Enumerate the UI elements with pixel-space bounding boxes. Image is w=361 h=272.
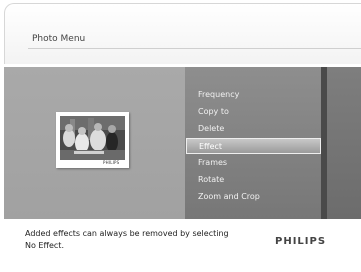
- header-bar: Photo Menu: [4, 3, 361, 64]
- brand-logo: PHILIPS: [275, 236, 327, 247]
- menu-item-copy-to[interactable]: Copy to: [198, 104, 229, 120]
- menu-item-rotate[interactable]: Rotate: [198, 172, 224, 188]
- menu-item-effect[interactable]: Effect: [186, 138, 321, 154]
- photo-frame-screen: Photo Menu Frequency Copy to Delete Effe…: [0, 0, 361, 272]
- menu-item-zoom-and-crop[interactable]: Zoom and Crop: [198, 189, 260, 205]
- help-text: Added effects can always be removed by s…: [25, 228, 245, 252]
- menu-item-delete[interactable]: Delete: [198, 121, 224, 137]
- photo-image: [60, 116, 125, 160]
- help-text-line-2: No Effect.: [25, 241, 64, 250]
- menu-item-frequency[interactable]: Frequency: [198, 87, 239, 103]
- header-divider: [28, 48, 361, 49]
- help-text-line-1: Added effects can always be removed by s…: [25, 229, 229, 238]
- submenu-panel: [327, 67, 361, 219]
- thumbnail-brand-text: PHILIPS: [103, 160, 120, 165]
- page-title: Photo Menu: [32, 34, 86, 44]
- menu-item-frames[interactable]: Frames: [198, 155, 227, 171]
- photo-thumbnail[interactable]: PHILIPS: [56, 112, 129, 168]
